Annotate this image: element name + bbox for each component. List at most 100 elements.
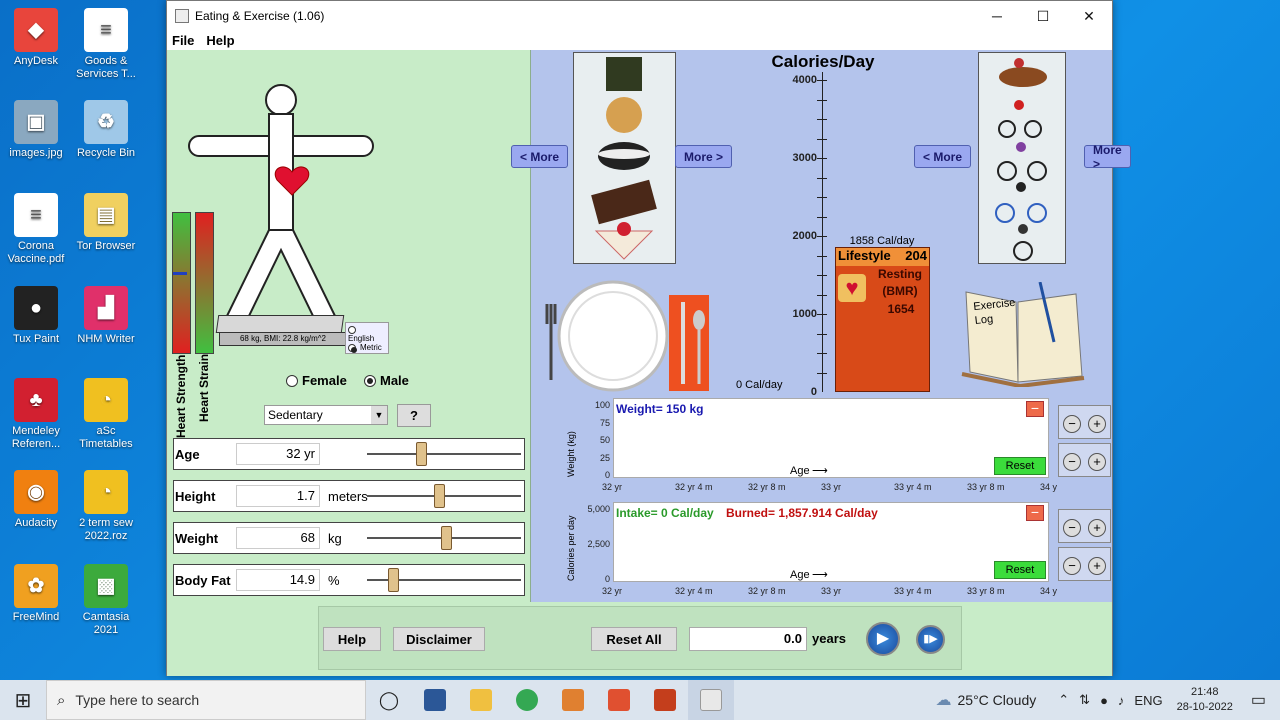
- minimize-button[interactable]: ─: [974, 1, 1020, 31]
- slider-value-field[interactable]: 14.9: [236, 569, 320, 591]
- lifestyle-select[interactable]: Sedentary ▼: [264, 405, 388, 425]
- food-more-button[interactable]: More >: [675, 145, 733, 168]
- zoom-out-button[interactable]: −: [1063, 519, 1081, 537]
- network-icon[interactable]: ⇅: [1079, 692, 1090, 708]
- exercise-less-button[interactable]: < More: [914, 145, 972, 168]
- menu-file[interactable]: File: [172, 33, 194, 48]
- axis-tick: [817, 353, 827, 354]
- menu-help[interactable]: Help: [206, 33, 234, 48]
- slider-thumb[interactable]: [387, 568, 399, 592]
- scale-readout: 68 kg, BMI: 22.8 kg/m^2: [219, 332, 347, 346]
- plate: [545, 280, 709, 392]
- desktop-icon[interactable]: ▩ Camtasia 2021: [70, 564, 142, 637]
- slider-thumb[interactable]: [433, 484, 445, 508]
- slider-value-field[interactable]: 1.7: [236, 485, 320, 507]
- axis-tick: [817, 177, 827, 179]
- desktop-icon[interactable]: ♻ Recycle Bin: [70, 100, 142, 160]
- slider-track[interactable]: [367, 453, 521, 455]
- slider-value-field[interactable]: 32 yr: [236, 443, 320, 465]
- desktop-icon[interactable]: ♣ Mendeley Referen...: [0, 378, 72, 451]
- zoom-out-button[interactable]: −: [1063, 415, 1081, 433]
- slider-age: Age 32 yr: [173, 438, 525, 470]
- zoom-in-button[interactable]: +: [1088, 453, 1106, 471]
- slider-value-field[interactable]: 68: [236, 527, 320, 549]
- collapse-graph-button[interactable]: −: [1026, 505, 1044, 521]
- slider-thumb[interactable]: [415, 442, 427, 466]
- x-tick-label: 34 y: [1040, 586, 1058, 596]
- food-less-button[interactable]: < More: [511, 145, 569, 168]
- desktop-icon-label: Recycle Bin: [76, 147, 136, 159]
- window-title: Eating & Exercise (1.06): [195, 9, 325, 23]
- language-indicator[interactable]: ENG: [1134, 693, 1162, 708]
- task-view-icon[interactable]: ◯: [366, 680, 412, 720]
- clock[interactable]: 21:48 28-10-2022: [1177, 685, 1233, 715]
- x-tick-label: 33 yr 4 m: [894, 482, 932, 492]
- zoom-in-button[interactable]: +: [1088, 519, 1106, 537]
- graph-reset-button[interactable]: Reset: [994, 457, 1046, 475]
- lifestyle-help-button[interactable]: ?: [397, 404, 431, 427]
- x-tick-label: 32 yr 4 m: [675, 586, 713, 596]
- volume-icon[interactable]: ♪: [1118, 693, 1125, 708]
- collapse-graph-button[interactable]: −: [1026, 401, 1044, 417]
- file-explorer-icon[interactable]: [458, 680, 504, 720]
- desktop-icon[interactable]: ◔ 2 term sew 2022.roz: [70, 470, 142, 543]
- units-english[interactable]: English: [348, 325, 386, 343]
- desktop-icon[interactable]: ▟ NHM Writer: [70, 286, 142, 346]
- desktop-icon[interactable]: ≡ Corona Vaccine.pdf: [0, 193, 72, 266]
- disclaimer-button[interactable]: Disclaimer: [393, 627, 485, 651]
- camtasia-icon[interactable]: [596, 680, 642, 720]
- zoom-in-button[interactable]: +: [1088, 415, 1106, 433]
- help-button[interactable]: Help: [323, 627, 381, 651]
- desktop-icon-image: ▤: [84, 193, 128, 237]
- exercise-list[interactable]: [978, 52, 1066, 264]
- close-button[interactable]: ✕: [1066, 1, 1112, 31]
- food-list[interactable]: [573, 52, 676, 264]
- desktop-icon[interactable]: ● Tux Paint: [0, 286, 72, 346]
- play-button[interactable]: ▶: [866, 622, 900, 656]
- powerpoint-icon[interactable]: [642, 680, 688, 720]
- search-box[interactable]: ⌕ Type here to search: [46, 680, 366, 720]
- slider-label: Weight: [175, 530, 219, 546]
- desktop-icon[interactable]: ▣ images.jpg: [0, 100, 72, 160]
- paint-icon[interactable]: [550, 680, 596, 720]
- zoom-out-button[interactable]: −: [1063, 453, 1081, 471]
- desktop-icon[interactable]: ≡ Goods & Services T...: [70, 8, 142, 81]
- desktop-icon[interactable]: ◉ Audacity: [0, 470, 72, 530]
- weather-text[interactable]: 25°C Cloudy: [958, 692, 1037, 708]
- desktop-icon[interactable]: ◆ AnyDesk: [0, 8, 72, 68]
- male-radio[interactable]: [364, 375, 376, 387]
- chevron-down-icon: ▼: [371, 406, 387, 424]
- heart-strain-bar: [195, 212, 214, 354]
- chrome-icon[interactable]: [504, 680, 550, 720]
- notification-icon[interactable]: ▭: [1251, 690, 1266, 710]
- burn-bar: Lifestyle 204 Resting (BMR) 1654 ♥: [835, 247, 930, 392]
- gender-female[interactable]: Female: [286, 373, 347, 388]
- desktop-icon[interactable]: ◔ aSc Timetables: [70, 378, 142, 451]
- time-field[interactable]: 0.0: [689, 627, 807, 651]
- tray-chevron-icon[interactable]: ⌃: [1058, 692, 1069, 708]
- exercise-more-button[interactable]: More >: [1084, 143, 1131, 171]
- gender-male[interactable]: Male: [364, 373, 409, 388]
- java-icon[interactable]: [688, 680, 734, 720]
- zoom-in-button[interactable]: +: [1088, 557, 1106, 575]
- female-radio[interactable]: [286, 375, 298, 387]
- resting-label: Resting (BMR): [877, 267, 922, 298]
- axis-tick: [817, 99, 827, 101]
- mic-icon[interactable]: ●: [1100, 693, 1108, 708]
- zoom-out-button[interactable]: −: [1063, 557, 1081, 575]
- graph-reset-button[interactable]: Reset: [994, 561, 1046, 579]
- slider-thumb[interactable]: [441, 526, 452, 550]
- desktop-icon-label: 2 term sew 2022.roz: [79, 517, 133, 542]
- reset-all-button[interactable]: Reset All: [591, 627, 677, 651]
- units-toggle[interactable]: English Metric: [345, 322, 389, 354]
- maximize-button[interactable]: ☐: [1020, 1, 1066, 31]
- desktop-icon[interactable]: ✿ FreeMind: [0, 564, 72, 624]
- exercise-log-book[interactable]: Exercise Log: [956, 281, 1086, 389]
- step-button[interactable]: ▮▶: [916, 625, 945, 654]
- desktop-icon[interactable]: ▤ Tor Browser: [70, 193, 142, 253]
- word-icon[interactable]: [412, 680, 458, 720]
- desktop-icon-image: ●: [14, 286, 58, 330]
- x-tick-label: 32 yr 8 m: [748, 586, 786, 596]
- units-metric[interactable]: Metric: [348, 343, 386, 353]
- start-button[interactable]: ⊞: [0, 680, 46, 720]
